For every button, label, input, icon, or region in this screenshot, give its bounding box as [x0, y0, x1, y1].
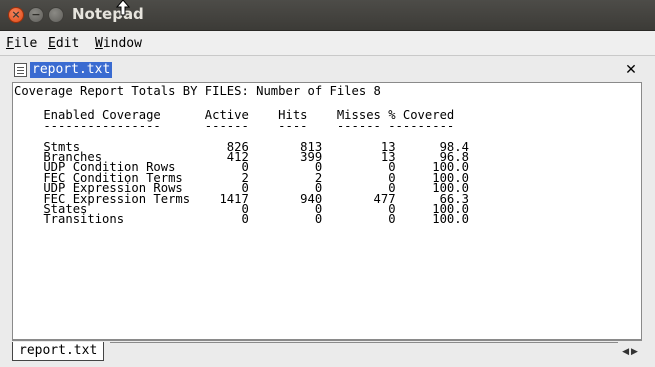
tab-report[interactable]: report.txt: [12, 342, 105, 361]
close-document-button[interactable]: ✕: [623, 62, 639, 78]
chevron-right-icon[interactable]: ▶: [631, 347, 640, 357]
chevron-left-icon[interactable]: ◀: [622, 347, 631, 357]
title-bar: × − Notepad: [0, 0, 655, 31]
menu-bar: File Edit Window: [0, 31, 655, 56]
maximize-window-button[interactable]: [48, 7, 64, 23]
close-icon: ✕: [625, 62, 637, 78]
close-icon: ×: [11, 8, 21, 21]
tab-bar: report.txt ◀▶: [0, 340, 655, 367]
document-header: report.txt ✕: [0, 60, 655, 82]
minimize-window-button[interactable]: −: [28, 7, 44, 23]
menu-window[interactable]: Window: [95, 36, 142, 51]
document-icon: [14, 63, 27, 77]
maximize-icon: [49, 8, 63, 22]
text-editor[interactable]: Coverage Report Totals BY FILES: Number …: [12, 82, 642, 340]
tab-nav-arrows[interactable]: ◀▶: [620, 344, 642, 360]
close-window-button[interactable]: ×: [8, 7, 24, 23]
table-row: Transitions 0 0 0 100.0: [14, 212, 469, 227]
menu-file[interactable]: File: [6, 36, 37, 51]
window-title: Notepad: [72, 5, 144, 23]
report-table: Enabled Coverage Active Hits Misses % Co…: [13, 98, 641, 227]
horizontal-scrollbar[interactable]: [110, 342, 618, 361]
mouse-cursor-icon: [116, 0, 130, 16]
document-name[interactable]: report.txt: [30, 62, 113, 78]
report-heading: Coverage Report Totals BY FILES: Number …: [14, 84, 381, 98]
menu-edit[interactable]: Edit: [48, 36, 79, 51]
minimize-icon: −: [31, 8, 41, 21]
